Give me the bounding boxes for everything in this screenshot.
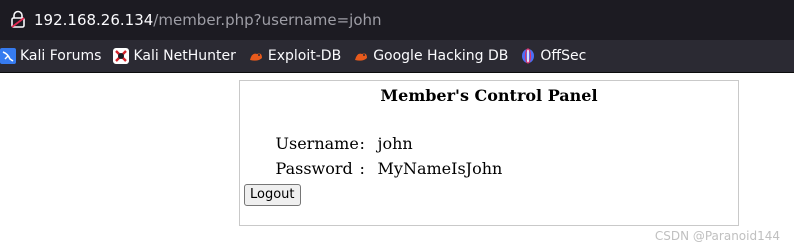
offsec-icon bbox=[522, 48, 535, 64]
bookmark-label: Google Hacking DB bbox=[373, 48, 509, 64]
panel-title: Member's Control Panel bbox=[380, 86, 598, 105]
password-label: Password bbox=[275, 159, 353, 178]
logout-button[interactable]: Logout bbox=[244, 184, 301, 206]
bookmark-kali-nethunter[interactable]: Kali NetHunter bbox=[113, 43, 241, 69]
exploit-db-icon bbox=[249, 53, 262, 61]
bookmark-google-hacking-db[interactable]: Google Hacking DB bbox=[353, 43, 514, 69]
nethunter-icon bbox=[113, 48, 130, 64]
password-value: MyNameIsJohn bbox=[377, 159, 503, 178]
address-bar[interactable]: 192.168.26.134/member.php?username=john bbox=[0, 0, 794, 40]
password-separator: : bbox=[359, 159, 365, 178]
watermark: CSDN @Paranoid144 bbox=[654, 229, 780, 243]
bookmark-label: Kali NetHunter bbox=[133, 48, 236, 64]
bookmark-kali-forums[interactable]: Kali Forums bbox=[0, 43, 107, 69]
url-text[interactable]: 192.168.26.134/member.php?username=john bbox=[34, 10, 382, 30]
bookmark-offsec[interactable]: OffSec bbox=[520, 43, 592, 69]
bookmark-label: Kali Forums bbox=[20, 48, 102, 64]
bookmark-exploit-db[interactable]: Exploit-DB bbox=[248, 43, 347, 69]
lock-icon[interactable] bbox=[10, 10, 26, 28]
bookmark-label: OffSec bbox=[540, 48, 587, 64]
member-control-panel: Member's Control Panel Username: john Pas… bbox=[239, 80, 739, 226]
ghdb-icon bbox=[355, 53, 368, 61]
kali-icon bbox=[0, 48, 16, 64]
bookmark-label: Exploit-DB bbox=[267, 48, 342, 64]
url-path: /member.php?username=john bbox=[153, 11, 382, 29]
page-content: Member's Control Panel Username: john Pas… bbox=[0, 73, 794, 249]
url-host: 192.168.26.134 bbox=[34, 11, 154, 29]
bookmarks-toolbar: Kali Forums Kali NetHunter Exploit-DB Go… bbox=[0, 40, 794, 73]
